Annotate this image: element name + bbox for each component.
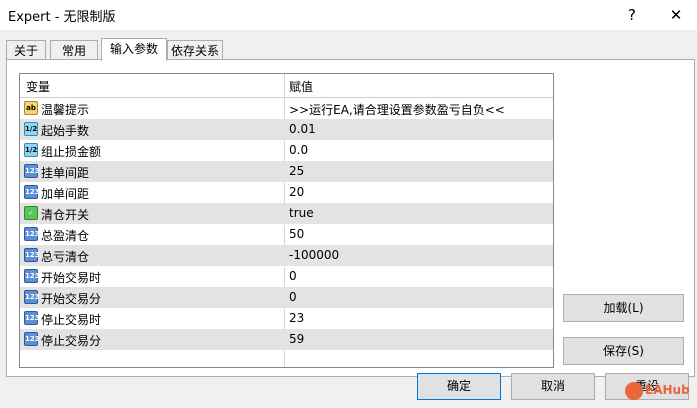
help-button[interactable]: ? (618, 4, 646, 26)
integer-type-icon: 123 (24, 269, 40, 283)
tab-common[interactable]: 常用 (50, 40, 98, 61)
double-type-icon: 1/2 (24, 122, 38, 136)
table-row[interactable]: 123 总亏清仓 -100000 (20, 245, 553, 267)
param-name: 起始手数 (41, 124, 90, 138)
param-name: 停止交易时 (41, 313, 102, 327)
eahub-logo-icon (625, 382, 643, 400)
string-type-icon: ab (24, 101, 38, 115)
param-value[interactable]: 20 (289, 185, 304, 199)
integer-type-icon: 123 (24, 227, 40, 241)
param-name: 停止交易分 (41, 334, 102, 348)
param-name: 组止损金额 (41, 145, 102, 159)
table-row[interactable]: ab 温馨提示 >>运行EA,请合理设置参数盈亏自负<< (20, 98, 553, 120)
double-type-icon: 1/2 (24, 143, 38, 157)
watermark-text: EAHub (645, 383, 690, 397)
column-value[interactable]: 赋值 (289, 78, 313, 95)
integer-type-icon: 123 (24, 185, 40, 199)
param-value[interactable]: 25 (289, 164, 304, 178)
param-value[interactable]: 0 (289, 290, 297, 304)
close-button[interactable]: ✕ (662, 4, 690, 26)
eahub-watermark: EAHub (625, 378, 690, 402)
tab-about[interactable]: 关于 (6, 40, 46, 61)
table-row[interactable]: 123 停止交易时 23 (20, 308, 553, 330)
param-name: 挂单间距 (41, 166, 90, 180)
cancel-button[interactable]: 取消 (511, 373, 595, 400)
param-value[interactable]: -100000 (289, 248, 339, 262)
param-name: 加单间距 (41, 187, 90, 201)
param-value[interactable]: 59 (289, 332, 304, 346)
param-name: 总盈清仓 (41, 229, 90, 243)
table-row[interactable]: 1/2 组止损金额 0.0 (20, 140, 553, 162)
table-row[interactable]: 123 加单间距 20 (20, 182, 553, 204)
table-row[interactable]: 123 开始交易分 0 (20, 287, 553, 309)
grid-header: 变量 赋值 (20, 74, 553, 98)
param-name: 开始交易分 (41, 292, 102, 306)
title-bar: Expert - 无限制版 ? ✕ (0, 0, 697, 30)
param-value[interactable]: 0.0 (289, 143, 308, 157)
param-value[interactable]: 0 (289, 269, 297, 283)
integer-type-icon: 123 (24, 248, 40, 262)
table-row[interactable]: 123 总盈清仓 50 (20, 224, 553, 246)
load-button[interactable]: 加载(L) (563, 294, 684, 322)
integer-type-icon: 123 (24, 332, 40, 346)
param-name: 清仓开关 (41, 208, 90, 222)
integer-type-icon: 123 (24, 311, 40, 325)
param-name: 开始交易时 (41, 271, 102, 285)
param-name: 温馨提示 (41, 103, 90, 117)
save-button[interactable]: 保存(S) (563, 337, 684, 365)
param-value[interactable]: >>运行EA,请合理设置参数盈亏自负<< (289, 101, 505, 118)
parameters-grid[interactable]: 变量 赋值 ab 温馨提示 >>运行EA,请合理设置参数盈亏自负<< 1/2 起… (19, 73, 554, 368)
integer-type-icon: 123 (24, 290, 40, 304)
boolean-type-icon: ✓ (24, 206, 38, 220)
table-row[interactable]: 123 停止交易分 59 (20, 329, 553, 351)
table-row[interactable]: ✓ 清仓开关 true (20, 203, 553, 225)
integer-type-icon: 123 (24, 164, 40, 178)
table-row[interactable]: 123 开始交易时 0 (20, 266, 553, 288)
tab-dependencies[interactable]: 依存关系 (167, 40, 223, 61)
param-value[interactable]: 50 (289, 227, 304, 241)
param-value[interactable]: 23 (289, 311, 304, 325)
tab-inputs[interactable]: 输入参数 (101, 38, 167, 61)
column-variable[interactable]: 变量 (26, 78, 50, 95)
param-value[interactable]: true (289, 206, 314, 220)
ok-button[interactable]: 确定 (417, 373, 501, 400)
param-name: 总亏清仓 (41, 250, 90, 264)
param-value[interactable]: 0.01 (289, 122, 316, 136)
table-row[interactable]: 123 挂单间距 25 (20, 161, 553, 183)
table-row[interactable]: 1/2 起始手数 0.01 (20, 119, 553, 141)
window-title: Expert - 无限制版 (8, 10, 116, 25)
